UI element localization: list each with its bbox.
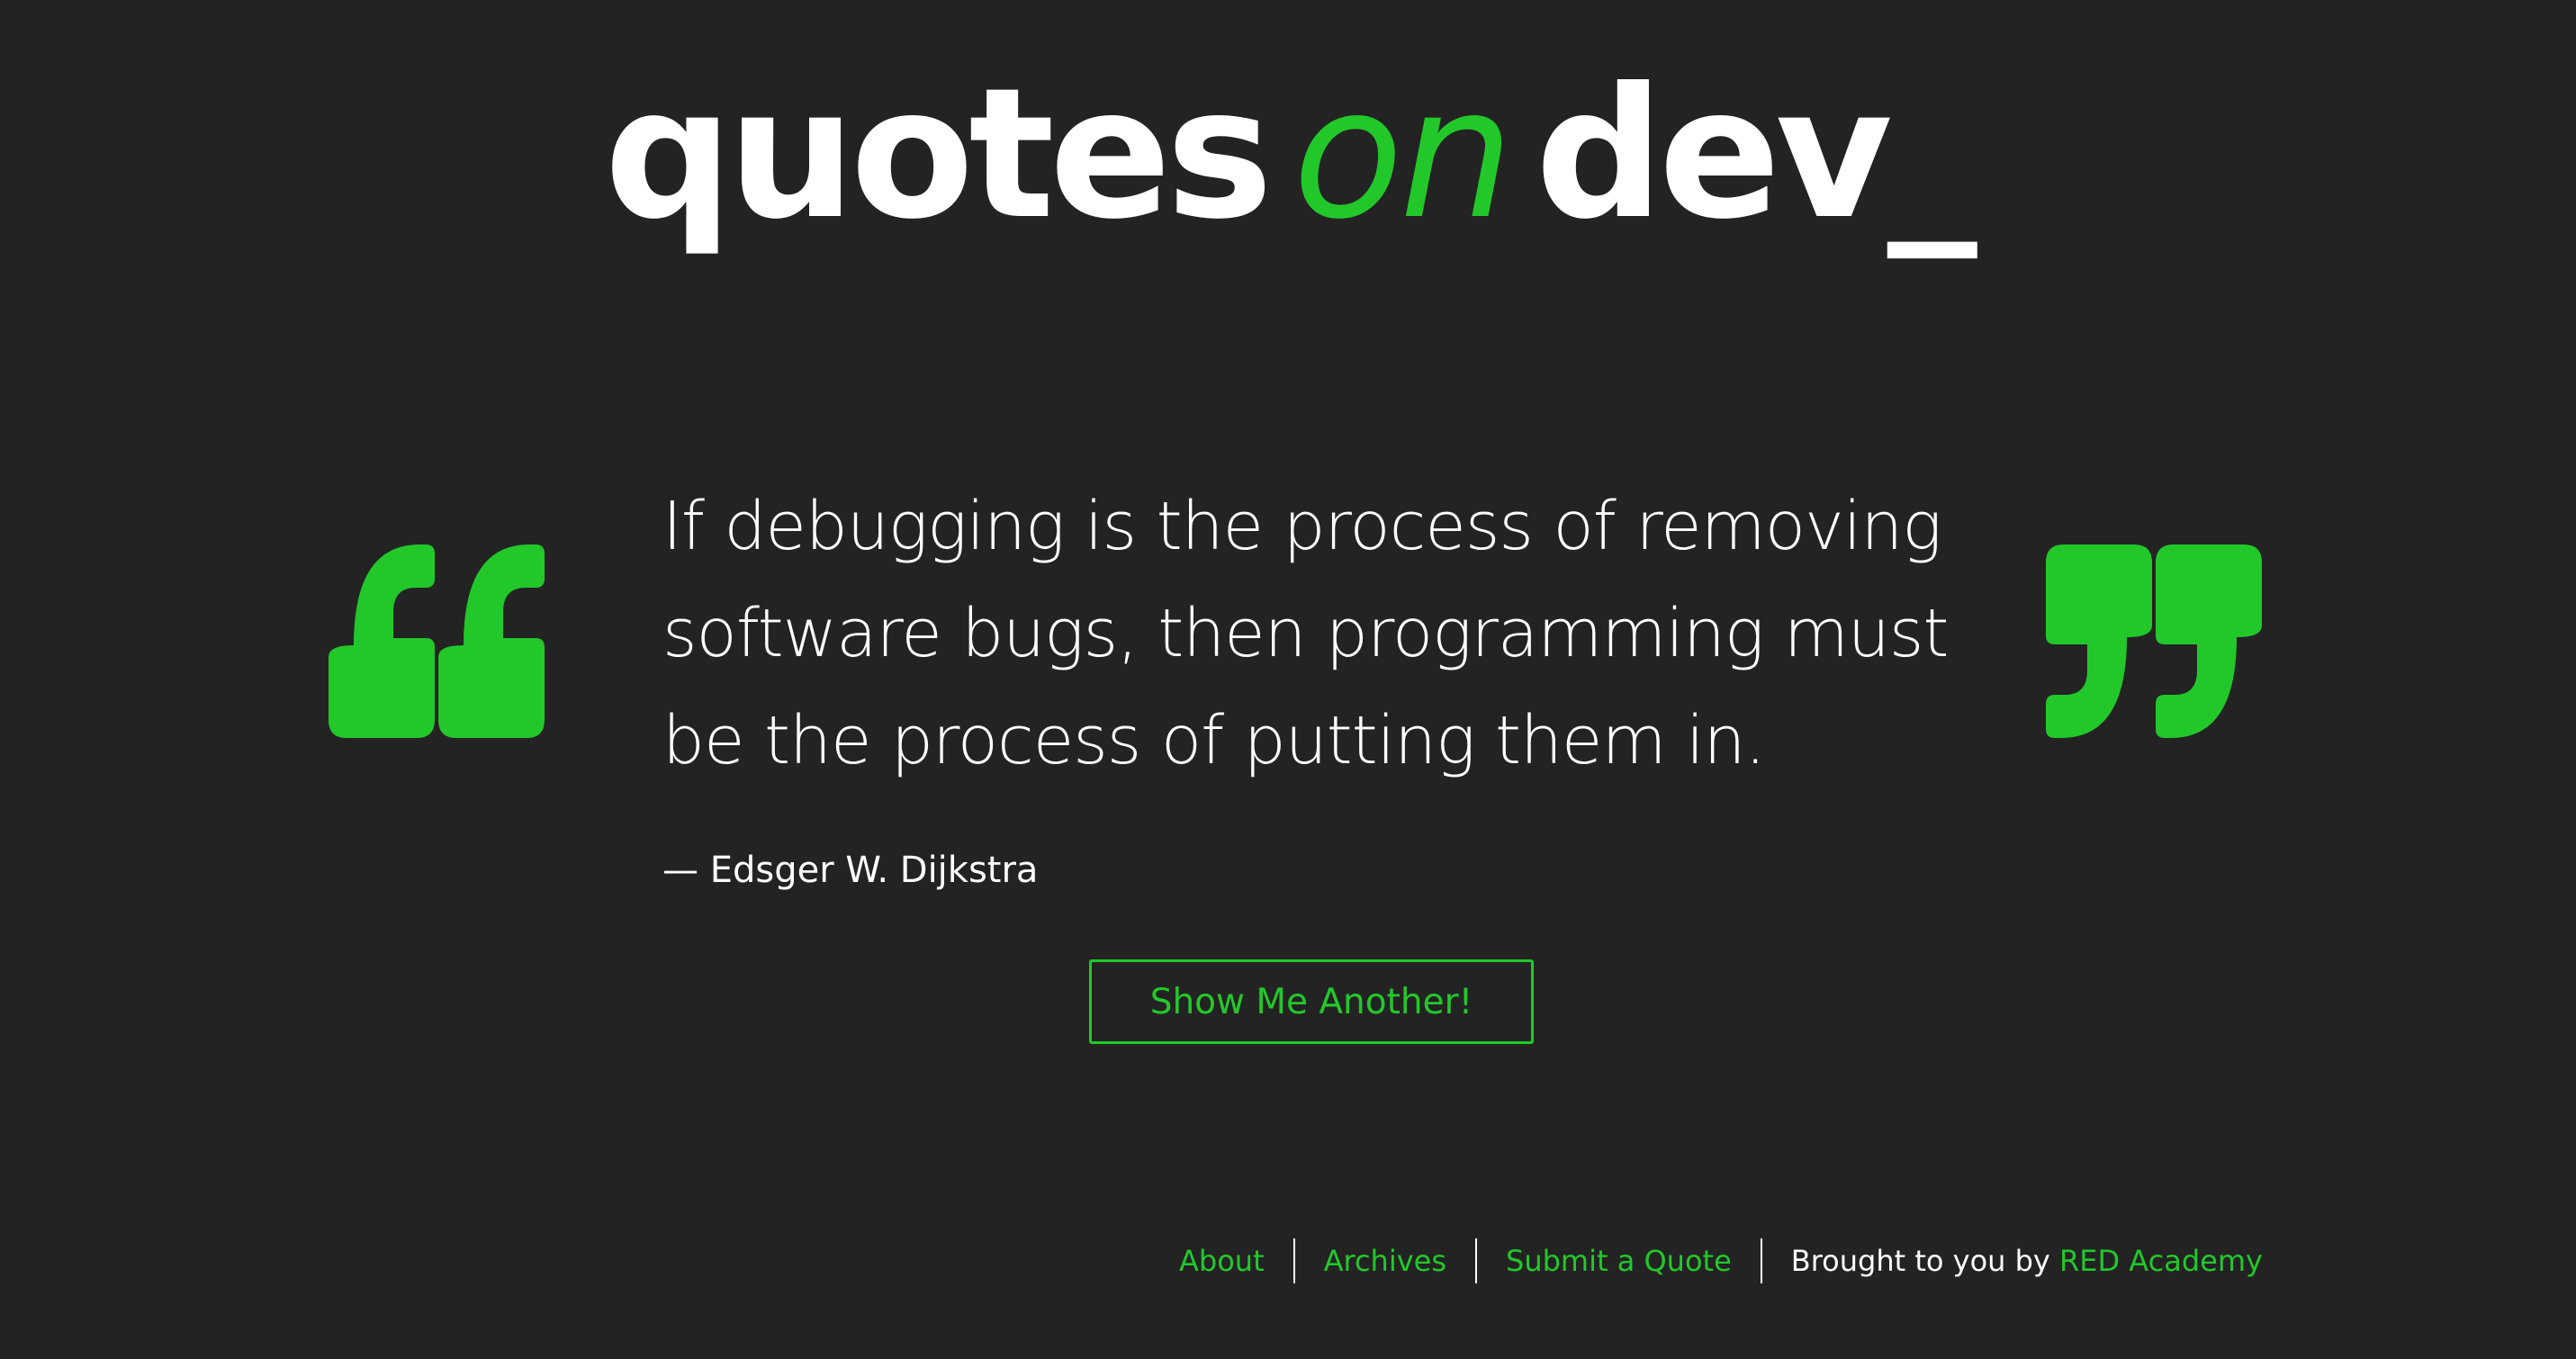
site-footer: About Archives Submit a Quote Brought to…: [1179, 1236, 2263, 1286]
quote-text: If debugging is the process of removing …: [662, 488, 1949, 779]
footer-credit-text: Brought to you by: [1790, 1244, 2050, 1278]
footer-divider: [1475, 1238, 1478, 1283]
footer-link-archives[interactable]: Archives: [1324, 1244, 1446, 1278]
footer-link-red-academy[interactable]: RED Academy: [2059, 1244, 2263, 1278]
logo-word-quotes: quotes: [604, 50, 1273, 259]
open-quote-icon: [329, 544, 549, 738]
footer-link-submit-quote[interactable]: Submit a Quote: [1506, 1244, 1732, 1278]
footer-link-about[interactable]: About: [1179, 1244, 1265, 1278]
site-logo[interactable]: quotes on dev_: [0, 65, 2576, 245]
footer-divider: [1293, 1238, 1295, 1283]
close-quote-icon: [2041, 544, 2262, 738]
show-another-button[interactable]: Show Me Another!: [1089, 959, 1534, 1044]
logo-word-on: on: [1293, 50, 1513, 259]
footer-divider: [1760, 1238, 1762, 1283]
logo-word-dev: dev_: [1535, 50, 1977, 259]
footer-credit: Brought to you by RED Academy: [1791, 1244, 2263, 1278]
quote-author: — Edsger W. Dijkstra: [662, 850, 1039, 891]
